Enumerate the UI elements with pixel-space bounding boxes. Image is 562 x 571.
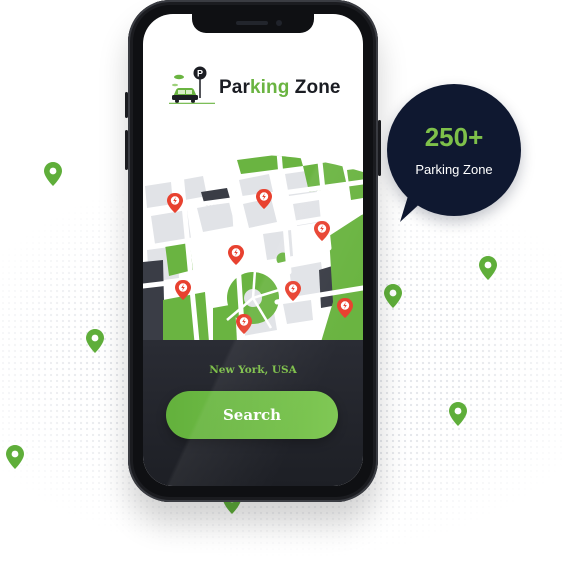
brand-logo[interactable]: P Parking Zone xyxy=(169,64,341,104)
svg-text:P: P xyxy=(197,68,203,78)
location-pin-icon xyxy=(86,329,104,353)
location-pin-icon xyxy=(44,162,62,186)
location-pin-icon xyxy=(384,284,402,308)
speaker-grille xyxy=(236,21,268,25)
phone-mockup: P Parking Zone New York, USA Search xyxy=(125,0,381,502)
brand-name-part2: Zone xyxy=(289,77,341,98)
parking-zone-count: 250+ xyxy=(424,122,484,152)
location-pin-icon xyxy=(479,256,497,280)
city-map[interactable] xyxy=(143,152,363,342)
brand-name-part1: Par xyxy=(219,77,250,98)
phone-notch xyxy=(192,14,314,33)
location-pin-icon xyxy=(6,445,24,469)
search-button[interactable]: Search xyxy=(166,391,338,439)
location-pin-icon xyxy=(449,402,467,426)
search-panel: New York, USA Search xyxy=(143,340,363,486)
app-screen: P Parking Zone New York, USA Search xyxy=(143,14,363,486)
phone-side-button xyxy=(125,92,128,118)
parking-car-logo-icon: P xyxy=(169,66,215,104)
brand-name-accent: king xyxy=(249,77,290,98)
location-label[interactable]: New York, USA xyxy=(143,364,363,376)
stats-bubble: 250+ Parking Zone xyxy=(387,84,521,216)
brand-name: Parking Zone xyxy=(219,77,341,99)
front-camera xyxy=(276,20,282,26)
phone-side-button xyxy=(125,130,128,170)
parking-zone-label: Parking Zone xyxy=(415,162,493,177)
phone-side-button xyxy=(378,120,381,176)
